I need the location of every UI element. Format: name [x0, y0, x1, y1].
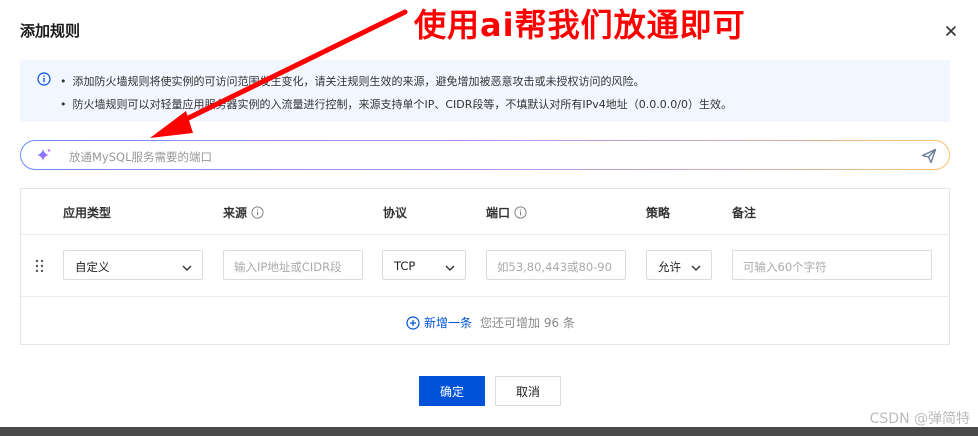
header-protocol: 协议 — [383, 206, 408, 220]
table-header: 应用类型 来源 协议 端口 策略 备注 — [21, 189, 949, 235]
port-input[interactable]: 如53,80,443或80-90 — [486, 250, 626, 280]
dialog-title: 添加规则 — [20, 22, 81, 40]
bottom-bar — [0, 427, 978, 436]
add-rule-link[interactable]: 新增一条 — [424, 314, 472, 331]
add-row-area: 新增一条 您还可增加 96 条 — [21, 296, 949, 344]
add-rule-dialog: 添加规则 使用ai帮我们放通即可 • 添加防火墙规则将使实例的可访问范围发生变化，… — [0, 0, 978, 436]
chevron-down-icon — [182, 261, 192, 271]
warning-alert: • 添加防火墙规则将使实例的可访问范围发生变化，请关注规则生效的来源，避免增加被恶… — [20, 60, 950, 122]
source-input[interactable]: 输入IP地址或CIDR段 — [223, 250, 363, 280]
header-remark: 备注 — [732, 206, 757, 220]
send-icon[interactable] — [921, 148, 937, 164]
header-app-type: 应用类型 — [63, 206, 112, 220]
header-policy: 策略 — [646, 206, 671, 220]
cancel-button[interactable]: 取消 — [495, 376, 561, 406]
confirm-button[interactable]: 确定 — [419, 376, 485, 406]
ai-input-placeholder: 放通MySQL服务需要的端口 — [69, 150, 212, 164]
app-type-select[interactable]: 自定义 — [63, 250, 203, 280]
annotation-text: 使用ai帮我们放通即可 — [414, 6, 746, 44]
protocol-select[interactable]: TCP — [382, 250, 466, 280]
policy-select[interactable]: 允许 — [646, 250, 712, 280]
rules-table: 应用类型 来源 协议 端口 策略 备注 自定义 输入IP地址或CIDR段 TCP… — [20, 188, 950, 345]
info-icon — [37, 72, 51, 86]
ai-prompt-input[interactable]: 放通MySQL服务需要的端口 — [20, 140, 950, 170]
header-port: 端口 — [486, 204, 527, 221]
header-source: 来源 — [223, 204, 264, 221]
drag-handle-icon[interactable] — [34, 258, 46, 273]
remaining-count-text: 您还可增加 96 条 — [480, 316, 575, 330]
close-icon[interactable] — [944, 24, 958, 38]
remark-input[interactable]: 可输入60个字符 — [732, 250, 932, 280]
chevron-down-icon — [691, 261, 701, 271]
alert-line-2: • 防火墙规则可以对轻量应用服务器实例的入流量进行控制，来源支持单个IP、CIDR… — [60, 98, 732, 111]
watermark: CSDN @弹简特 — [869, 411, 970, 427]
help-icon[interactable] — [251, 206, 264, 219]
add-circle-icon[interactable] — [406, 315, 420, 330]
alert-line-1: • 添加防火墙规则将使实例的可访问范围发生变化，请关注规则生效的来源，避免增加被恶… — [60, 75, 645, 88]
table-row: 自定义 输入IP地址或CIDR段 TCP 如53,80,443或80-90 允许 — [21, 234, 949, 297]
help-icon[interactable] — [514, 206, 527, 219]
sparkle-icon — [35, 147, 53, 165]
chevron-down-icon — [445, 261, 455, 271]
